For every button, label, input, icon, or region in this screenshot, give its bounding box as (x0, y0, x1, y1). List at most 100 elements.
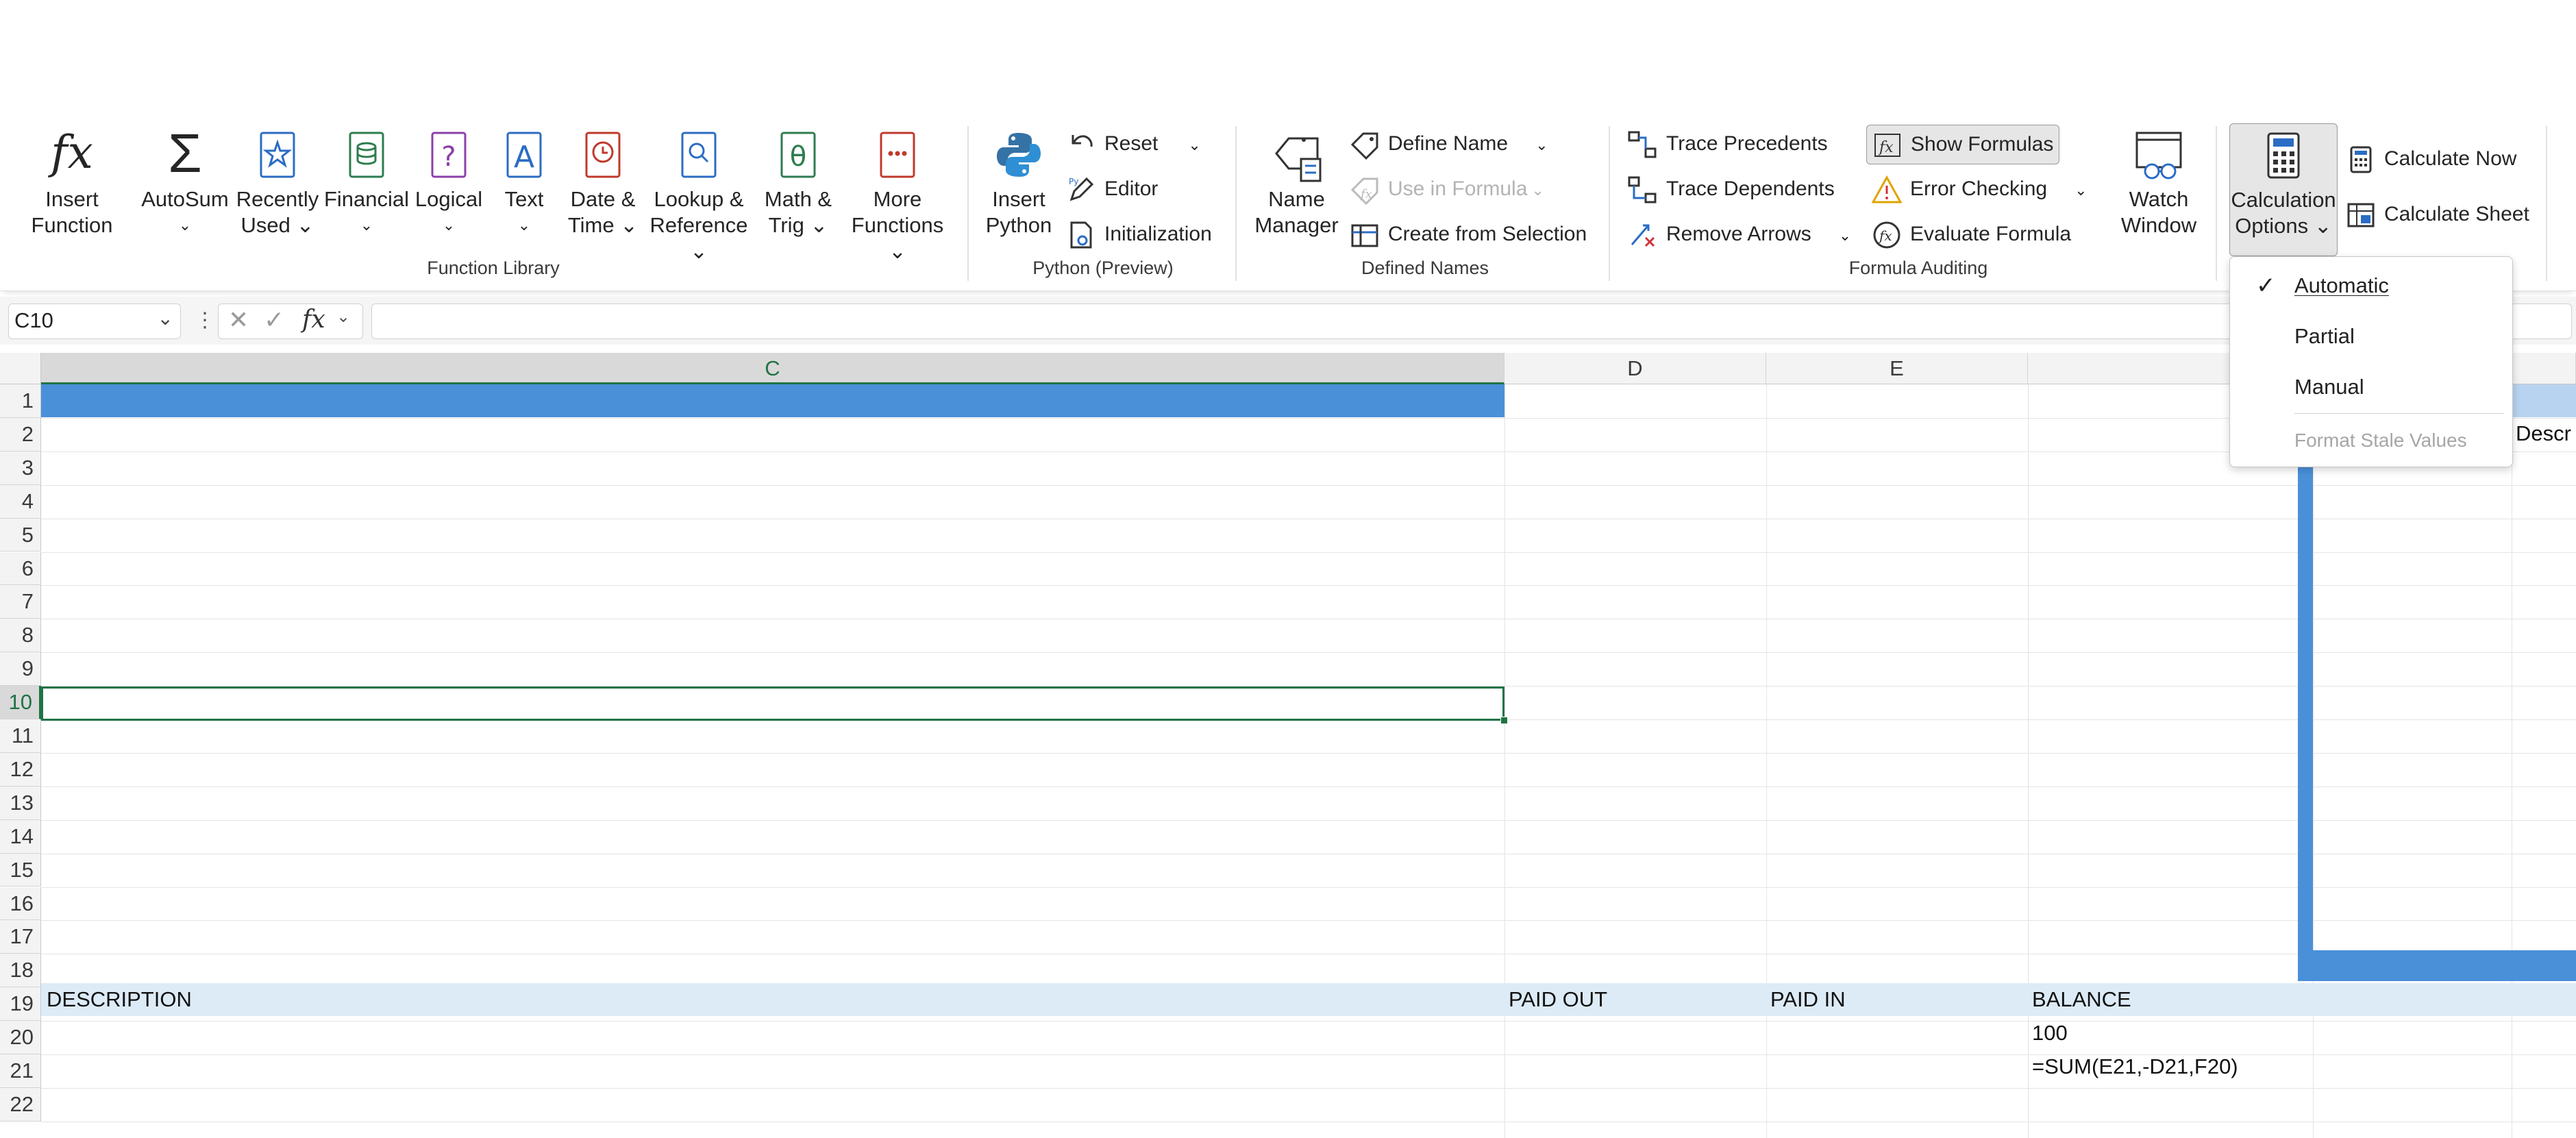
watch-window-button[interactable]: Watch Window (2114, 118, 2203, 248)
calculator-icon (2264, 131, 2303, 186)
cell-d19[interactable]: PAID OUT (1509, 983, 1607, 1016)
reset-button[interactable]: Reset ⌄ (1066, 127, 1201, 161)
row-header-2[interactable]: 2 (0, 417, 41, 452)
row-header-17[interactable]: 17 (0, 920, 41, 954)
cell-c19[interactable]: DESCRIPTION (47, 983, 192, 1016)
evaluate-formula-button[interactable]: fx Evaluate Formula (1872, 217, 2071, 251)
calculation-options-button[interactable]: Calculation Options ⌄ (2229, 123, 2338, 256)
separator (1235, 126, 1237, 281)
row-header-22[interactable]: 22 (0, 1087, 41, 1122)
row-header-20[interactable]: 20 (0, 1021, 41, 1054)
name-box[interactable]: C10 ⌄ (8, 304, 181, 339)
error-checking-icon (1872, 175, 1902, 205)
fx-chevron-icon[interactable]: ⌄ (336, 307, 350, 327)
row-header-5[interactable]: 5 (0, 518, 41, 552)
svg-text:fx: fx (1359, 187, 1372, 201)
fill-handle[interactable] (1500, 717, 1508, 724)
date-time-button[interactable]: Date & Time ⌄ (562, 118, 644, 248)
error-checking-dropdown-chevron-icon[interactable]: ⌄ (2075, 182, 2087, 199)
row-header-16[interactable]: 16 (0, 887, 41, 921)
initialization-button[interactable]: Initialization (1066, 217, 1212, 251)
row-header-9[interactable]: 9 (0, 652, 41, 686)
cancel-entry-icon[interactable]: ✕ (228, 306, 249, 334)
error-checking-button[interactable]: Error Checking ⌄ (1872, 172, 2088, 206)
define-name-dropdown-chevron-icon[interactable]: ⌄ (1535, 136, 1548, 153)
gridline (1766, 384, 1767, 1138)
row-header-13[interactable]: 13 (0, 786, 41, 820)
text-book-icon: A (505, 130, 543, 186)
lookup-reference-button[interactable]: Lookup & Reference ⌄ (644, 118, 754, 263)
text-functions-button[interactable]: A Text ⌄ (486, 118, 562, 248)
row-header-1[interactable]: 1 (0, 384, 41, 418)
cell-f19[interactable]: BALANCE (2032, 983, 2131, 1016)
calculate-sheet-button[interactable]: Calculate Sheet (2346, 197, 2529, 232)
cell-e19[interactable]: PAID IN (1770, 983, 1846, 1016)
watch-window-icon (2131, 130, 2186, 188)
svg-text:θ: θ (790, 141, 806, 173)
row-header-6[interactable]: 6 (0, 552, 41, 586)
trace-dependents-button[interactable]: Trace Dependents (1628, 172, 1835, 206)
name-manager-button[interactable]: Name Manager (1250, 118, 1343, 248)
calculate-now-button[interactable]: Calculate Now (2346, 142, 2516, 176)
menu-item-manual[interactable]: Manual (2230, 364, 2512, 410)
define-name-button[interactable]: Define Name ⌄ (1350, 127, 1548, 161)
initialization-doc-icon (1066, 220, 1096, 250)
create-from-selection-button[interactable]: Create from Selection (1350, 217, 1587, 251)
column-header-d[interactable]: D (1504, 353, 1766, 384)
gridline (41, 417, 2576, 419)
math-trig-button[interactable]: θ Math & Trig ⌄ (754, 118, 843, 248)
formula-bar-grip-icon[interactable]: ⋮ (195, 305, 215, 336)
svg-text:?: ? (441, 141, 456, 173)
fx-icon: fx (51, 126, 93, 179)
row-header-4[interactable]: 4 (0, 484, 41, 519)
svg-text:fx: fx (1878, 139, 1894, 156)
enter-entry-icon[interactable]: ✓ (264, 306, 284, 334)
select-all-corner[interactable] (0, 353, 41, 384)
reset-dropdown-chevron-icon[interactable]: ⌄ (1188, 136, 1200, 153)
row-header-12[interactable]: 12 (0, 752, 41, 787)
column-header-e[interactable]: E (1766, 353, 2028, 384)
row-header-11[interactable]: 11 (0, 719, 41, 753)
sigma-icon: Σ (168, 123, 202, 184)
name-box-chevron-icon[interactable]: ⌄ (158, 307, 173, 330)
svg-text:fx: fx (1878, 227, 1892, 244)
financial-button[interactable]: Financial ⌄ (322, 118, 411, 248)
row-header-15[interactable]: 15 (0, 853, 41, 887)
remove-arrows-button[interactable]: Remove Arrows ⌄ (1628, 217, 1851, 251)
use-in-formula-button[interactable]: fx Use in Formula ⌄ (1350, 172, 1544, 206)
row-header-18[interactable]: 18 (0, 954, 41, 988)
svg-text:A: A (514, 140, 534, 175)
autosum-button[interactable]: Σ AutoSum ⌄ (137, 118, 233, 248)
row-header-3[interactable]: 3 (0, 451, 41, 485)
menu-item-partial[interactable]: Partial (2230, 313, 2512, 360)
menu-item-automatic[interactable]: ✓ Automatic (2230, 262, 2512, 309)
trace-precedents-button[interactable]: Trace Precedents (1628, 127, 1828, 161)
formula-auditing-group-label: Formula Auditing (1848, 258, 1988, 278)
row-header-21[interactable]: 21 (0, 1054, 41, 1088)
row-header-8[interactable]: 8 (0, 619, 41, 653)
show-formulas-toggle[interactable]: fx Show Formulas (1866, 125, 2060, 164)
more-functions-button[interactable]: More Functions ⌄ (843, 118, 952, 263)
row-19-header-fill (41, 983, 2576, 1016)
magnifier-book-icon (680, 130, 718, 186)
cell-f20[interactable]: 100 (2032, 1017, 2068, 1050)
insert-function-button[interactable]: fx Insert Function (21, 118, 123, 248)
clock-book-icon (584, 130, 622, 186)
formula-bar-buttons: ✕ ✓ fx ⌄ (218, 304, 363, 339)
insert-function-fx-icon[interactable]: fx (302, 306, 325, 334)
column-header-c[interactable]: C (41, 353, 1504, 384)
remove-arrows-icon (1628, 220, 1658, 250)
recently-used-button[interactable]: Recently Used ⌄ (233, 118, 322, 248)
editor-button[interactable]: Py Editor (1066, 172, 1158, 206)
remove-arrows-dropdown-chevron-icon[interactable]: ⌄ (1839, 227, 1851, 244)
row-header-19[interactable]: 19 (0, 987, 41, 1022)
row-header-14[interactable]: 14 (0, 819, 41, 854)
logical-button[interactable]: ? Logical ⌄ (411, 118, 486, 248)
row-header-7[interactable]: 7 (0, 585, 41, 619)
insert-python-button[interactable]: Insert Python (981, 118, 1056, 248)
blue-border-shape-vertical (2298, 465, 2313, 981)
row-header-10[interactable]: 10 (0, 686, 41, 719)
cell-f21[interactable]: =SUM(E21,-D21,F20) (2032, 1050, 2238, 1083)
gridline (41, 887, 2576, 888)
selected-cell-c10[interactable] (41, 686, 1504, 721)
